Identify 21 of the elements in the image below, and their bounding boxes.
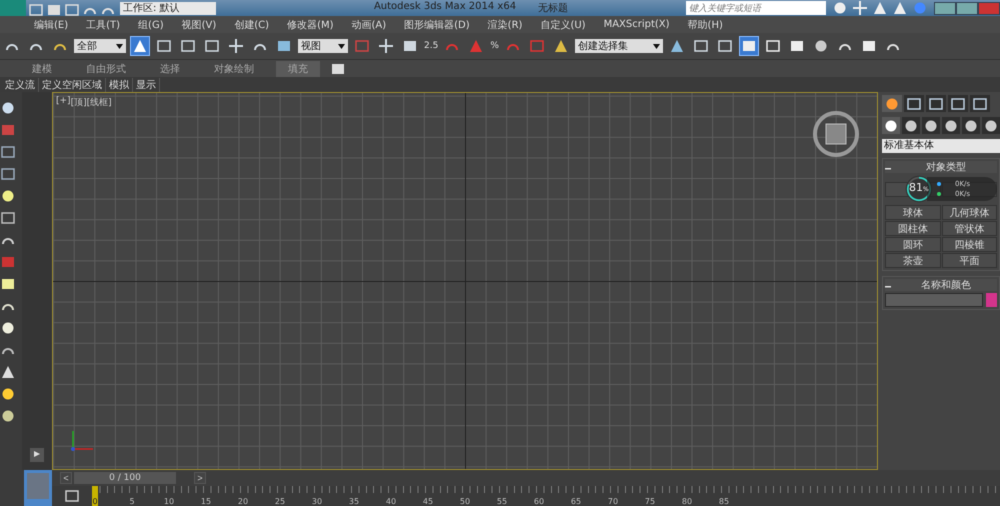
usage-percent: 81	[909, 181, 923, 194]
frame-number: 40	[386, 497, 396, 506]
frame-number: 45	[422, 497, 434, 506]
frame-number: 0	[92, 497, 98, 506]
frame-number: 10	[164, 497, 174, 506]
frame-number: 55	[496, 497, 508, 506]
frame-number: 15	[200, 497, 212, 506]
frame-number: 80	[682, 497, 692, 506]
frame-number: 30	[312, 497, 322, 506]
frame-number: 70	[608, 497, 618, 506]
frame-number: 60	[534, 497, 544, 506]
window-title: Autodesk 3ds Max 2014 x64	[374, 1, 516, 14]
document-title: 无标题	[538, 2, 568, 15]
frame-number: 20	[238, 497, 248, 506]
frame-number: 5	[129, 497, 135, 506]
frame-number: 50	[460, 497, 470, 506]
frame-number: 35	[348, 497, 360, 506]
frame-number: 75	[644, 497, 656, 506]
frame-number: 25	[274, 497, 286, 506]
frame-number: 65	[570, 497, 582, 506]
frame-number: 85	[718, 497, 730, 506]
